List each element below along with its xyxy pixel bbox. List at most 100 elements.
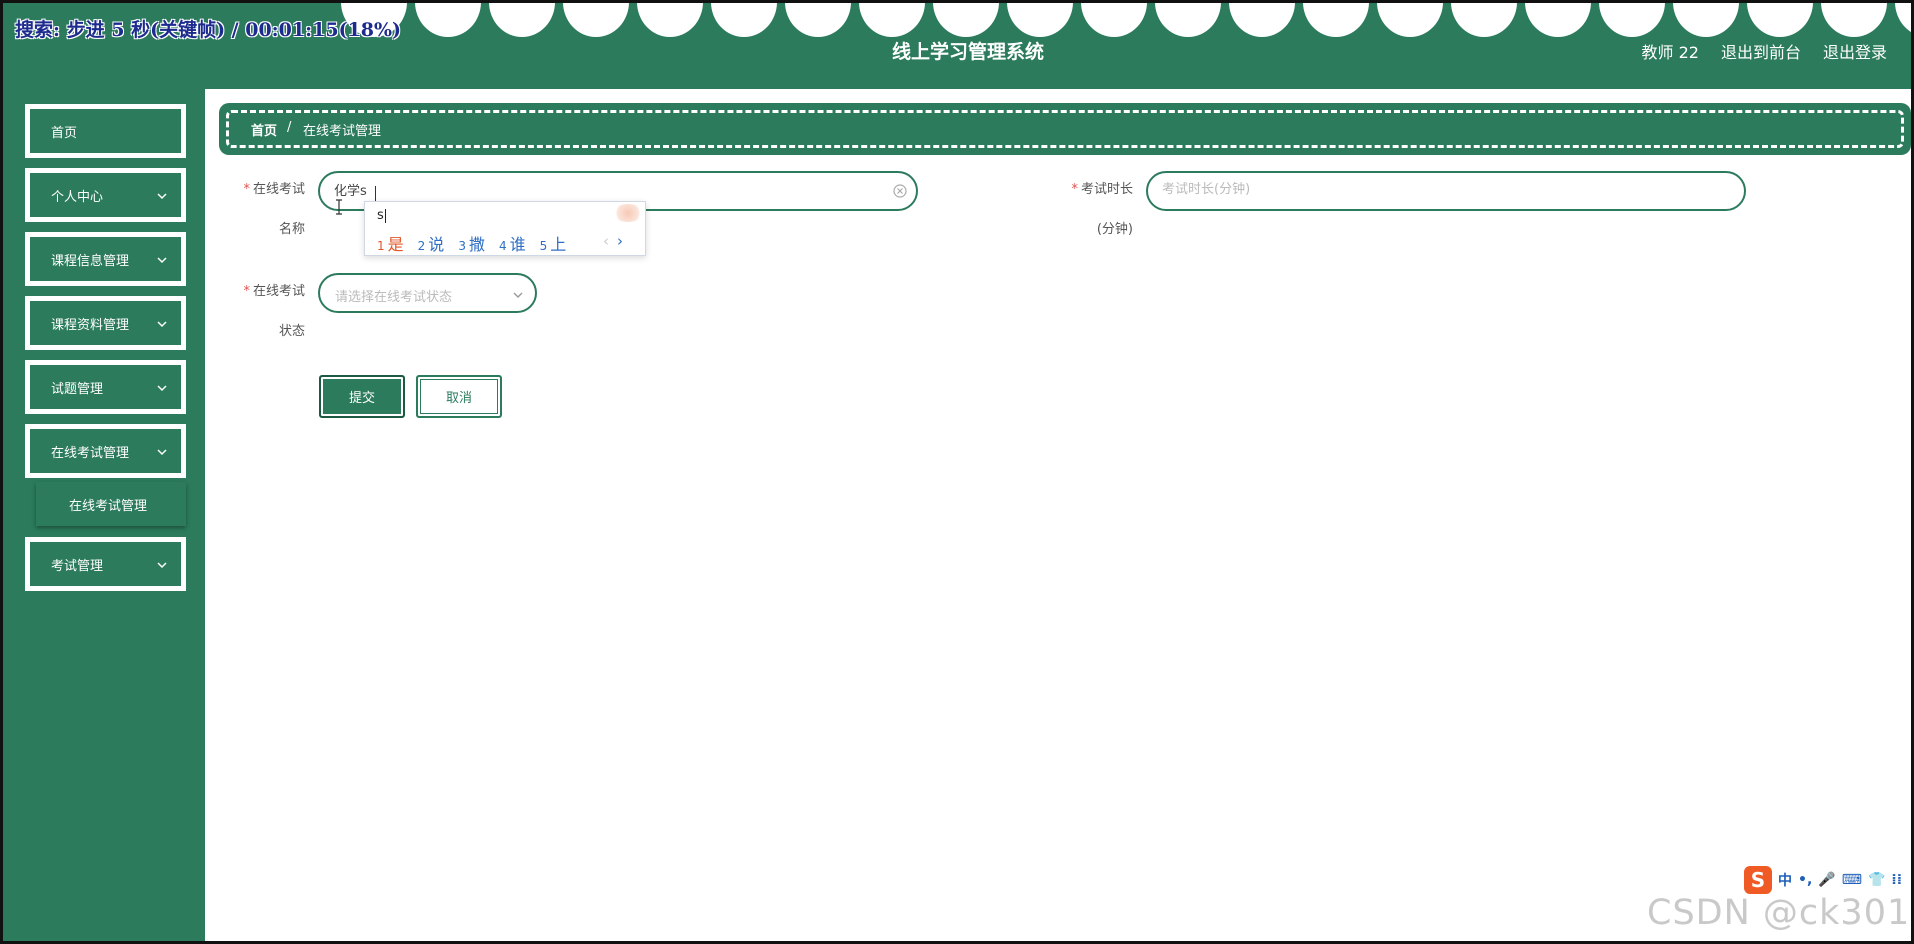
sidebar-subitem-label: 在线考试管理: [69, 498, 148, 514]
clear-input-icon[interactable]: [892, 183, 908, 199]
chevron-down-icon: [155, 445, 169, 459]
skin-icon[interactable]: 👕: [1868, 872, 1885, 888]
sogou-logo-icon[interactable]: S: [1744, 866, 1772, 894]
chevron-down-icon: [155, 381, 169, 395]
exam-status-label-line1: 在线考试: [252, 284, 305, 299]
header-scallop: [1155, 3, 1221, 37]
ime-candidate[interactable]: 4谁: [499, 231, 526, 255]
app-title: 线上学习管理系统: [891, 41, 1044, 63]
chevron-down-icon: [511, 287, 525, 301]
sidebar-subitem-online-exam[interactable]: 在线考试管理: [36, 482, 186, 526]
app-window: 线上学习管理系统 教师 22 退出到前台 退出登录 搜索: 步进 5 秒(关键帧…: [0, 0, 1914, 944]
sidebar-item-label: 课程资料管理: [51, 317, 130, 333]
header-scallop: [563, 3, 629, 37]
header-scallop: [1451, 3, 1517, 37]
sidebar-item-home[interactable]: 首页: [25, 104, 186, 158]
ime-candidate-text: 是: [387, 235, 404, 254]
breadcrumb-home[interactable]: 首页: [251, 120, 277, 139]
exam-duration-input-wrapper[interactable]: [1146, 171, 1746, 211]
chevron-down-icon: [155, 253, 169, 267]
exam-name-label: * 在线考试: [225, 180, 305, 200]
exam-status-label: * 在线考试: [225, 282, 305, 302]
header-scallop: [1081, 3, 1147, 37]
ime-prev-page-icon[interactable]: ‹: [603, 232, 609, 250]
ime-candidate[interactable]: 5上: [540, 231, 567, 255]
sidebar-item-label: 个人中心: [51, 189, 104, 205]
cancel-button[interactable]: 取消: [416, 375, 502, 418]
sidebar-item-label: 首页: [51, 125, 78, 141]
breadcrumb-current: 在线考试管理: [303, 124, 382, 139]
header: 线上学习管理系统 教师 22 退出到前台 退出登录 搜索: 步进 5 秒(关键帧…: [3, 3, 1911, 89]
ime-candidate[interactable]: 1是: [377, 231, 404, 255]
exam-status-placeholder: 请选择在线考试状态: [335, 290, 453, 305]
ime-composition: s: [377, 208, 386, 223]
header-scallop: [711, 3, 777, 37]
microphone-icon[interactable]: 🎤: [1818, 872, 1835, 888]
sidebar-item-label: 考试管理: [51, 558, 104, 574]
header-scallop: [1821, 3, 1887, 37]
breadcrumb-separator: /: [287, 120, 292, 135]
header-scallop: [785, 3, 851, 37]
ime-skin-decoration: [613, 204, 643, 222]
submit-button[interactable]: 提交: [319, 375, 405, 418]
header-scallop: [1673, 3, 1739, 37]
ime-candidate[interactable]: 3撒: [458, 231, 485, 255]
ime-candidate-text: 上: [550, 235, 567, 254]
header-scallop: [1229, 3, 1295, 37]
sidebar-item-exam-management[interactable]: 考试管理: [25, 537, 186, 591]
chevron-down-icon: [155, 189, 169, 203]
watermark: CSDN @ck3019: [1647, 893, 1914, 933]
chevron-down-icon: [155, 558, 169, 572]
exam-name-input[interactable]: [334, 182, 811, 197]
ime-candidate-text: 说: [428, 235, 445, 254]
ime-candidate-text: 谁: [509, 235, 526, 254]
logout-link[interactable]: 退出登录: [1823, 39, 1887, 63]
header-scallop: [415, 3, 481, 37]
ime-candidate-text: 撒: [468, 235, 485, 254]
header-scallop: [1895, 3, 1911, 37]
sidebar-item-label: 在线考试管理: [51, 445, 130, 461]
sidebar-item-course-material[interactable]: 课程资料管理: [25, 296, 186, 350]
ime-caret: [384, 208, 386, 223]
header-scallop: [933, 3, 999, 37]
required-mark: *: [243, 284, 250, 299]
ime-mode-toggle[interactable]: 中: [1778, 870, 1792, 890]
header-scallop: [1377, 3, 1443, 37]
ime-toolbar: S 中 •, 🎤 ⌨ 👕 ⁞⁞: [1744, 865, 1911, 895]
ime-next-page-icon[interactable]: ›: [617, 232, 623, 250]
sidebar: 首页 个人中心 课程信息管理 课程资料管理 试题管理 在线考试管理 在线考试管理…: [3, 89, 205, 941]
punctuation-icon[interactable]: •,: [1798, 872, 1812, 888]
sidebar-item-personal-center[interactable]: 个人中心: [25, 168, 186, 222]
sidebar-item-course-info[interactable]: 课程信息管理: [25, 232, 186, 286]
header-scallop: [489, 3, 555, 37]
text-caret: [375, 186, 376, 202]
ime-candidate-number: 5: [539, 239, 548, 253]
recording-overlay-text: 搜索: 步进 5 秒(关键帧) / 00:01:15(18%): [15, 19, 402, 41]
header-scallop: [1525, 3, 1591, 37]
exam-duration-label-line2: (分钟): [1096, 222, 1133, 237]
required-mark: *: [1071, 182, 1078, 197]
exam-duration-input[interactable]: [1162, 182, 1639, 197]
exam-status-select[interactable]: 请选择在线考试状态: [318, 273, 537, 313]
ime-candidate-popup: s 1是 2说 3撒 4谁 5上 ‹ ›: [364, 201, 646, 256]
header-scallop: [1747, 3, 1813, 37]
ime-candidate-number: 4: [498, 239, 507, 253]
ime-candidate[interactable]: 2说: [418, 231, 445, 255]
ime-candidate-number: 1: [377, 239, 385, 253]
exit-to-front-link[interactable]: 退出到前台: [1721, 39, 1801, 63]
keyboard-icon[interactable]: ⌨: [1842, 872, 1862, 888]
ime-candidate-number: 3: [458, 239, 466, 253]
header-scallop: [1599, 3, 1665, 37]
header-user-area: 教师 22 退出到前台 退出登录: [1642, 39, 1887, 63]
toolbox-grid-icon[interactable]: ⁞⁞: [1891, 872, 1902, 888]
exam-name-label-line2: 名称: [278, 222, 305, 237]
sidebar-item-label: 课程信息管理: [51, 253, 130, 269]
sidebar-item-online-exam[interactable]: 在线考试管理: [25, 424, 186, 478]
ime-page-nav: ‹ ›: [603, 232, 623, 250]
required-mark: *: [243, 182, 250, 197]
header-scallop: [859, 3, 925, 37]
exam-status-label-line2: 状态: [278, 324, 305, 339]
ime-composition-text: s: [377, 208, 384, 223]
breadcrumb-dashed-border: [226, 110, 1904, 148]
sidebar-item-question-bank[interactable]: 试题管理: [25, 360, 186, 414]
